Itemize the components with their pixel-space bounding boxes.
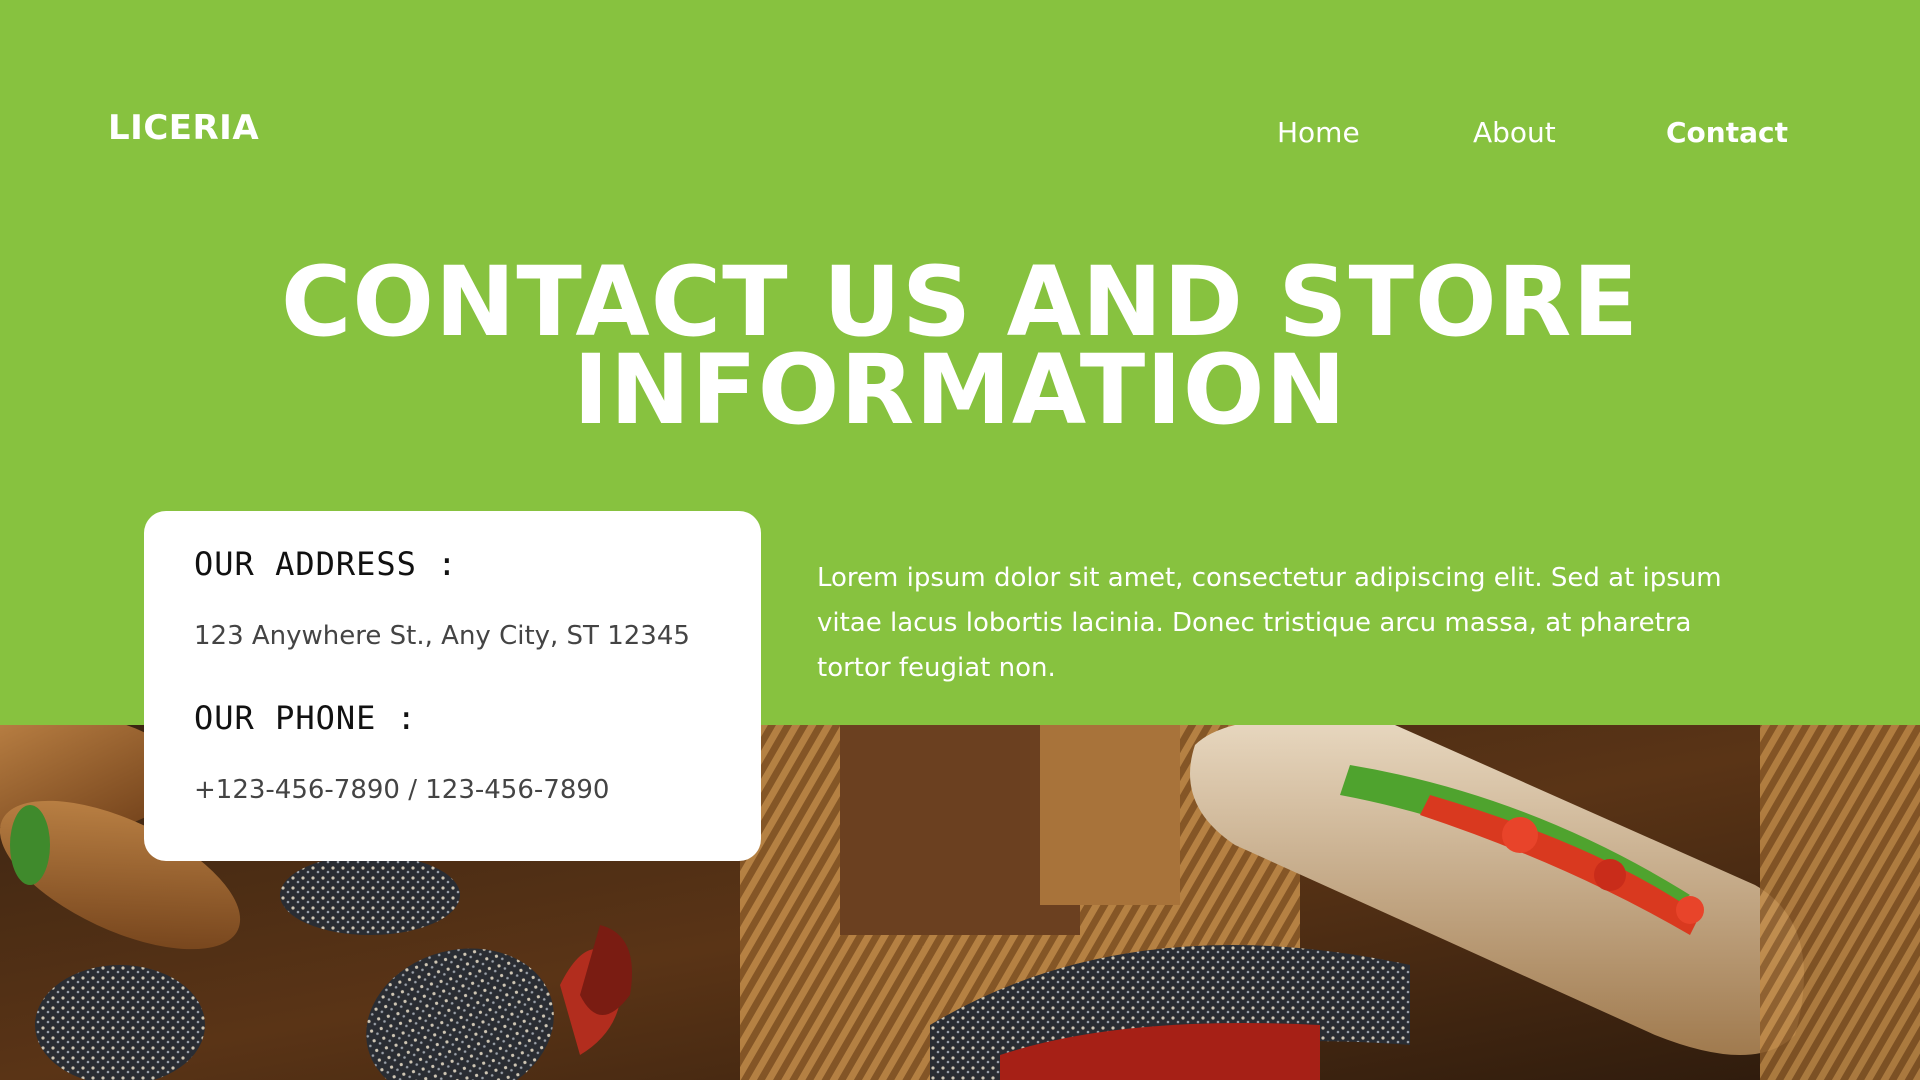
contact-info-card: OUR ADDRESS : 123 Anywhere St., Any City… <box>144 511 761 861</box>
nav-contact-link[interactable]: Contact <box>1666 116 1788 149</box>
phone-label: OUR PHONE : <box>194 699 417 737</box>
address-label: OUR ADDRESS : <box>194 545 458 583</box>
address-value: 123 Anywhere St., Any City, ST 12345 <box>194 621 690 651</box>
intro-paragraph: Lorem ipsum dolor sit amet, consectetur … <box>817 563 1722 683</box>
nav-about-link[interactable]: About <box>1473 116 1556 149</box>
page-title-line-2: INFORMATION <box>573 334 1347 446</box>
phone-value: +123-456-7890 / 123-456-7890 <box>194 775 610 805</box>
nav-home-link[interactable]: Home <box>1277 116 1360 149</box>
page-title: CONTACT US AND STORE INFORMATION <box>0 254 1920 438</box>
main-nav: Home About Contact <box>0 116 1920 156</box>
